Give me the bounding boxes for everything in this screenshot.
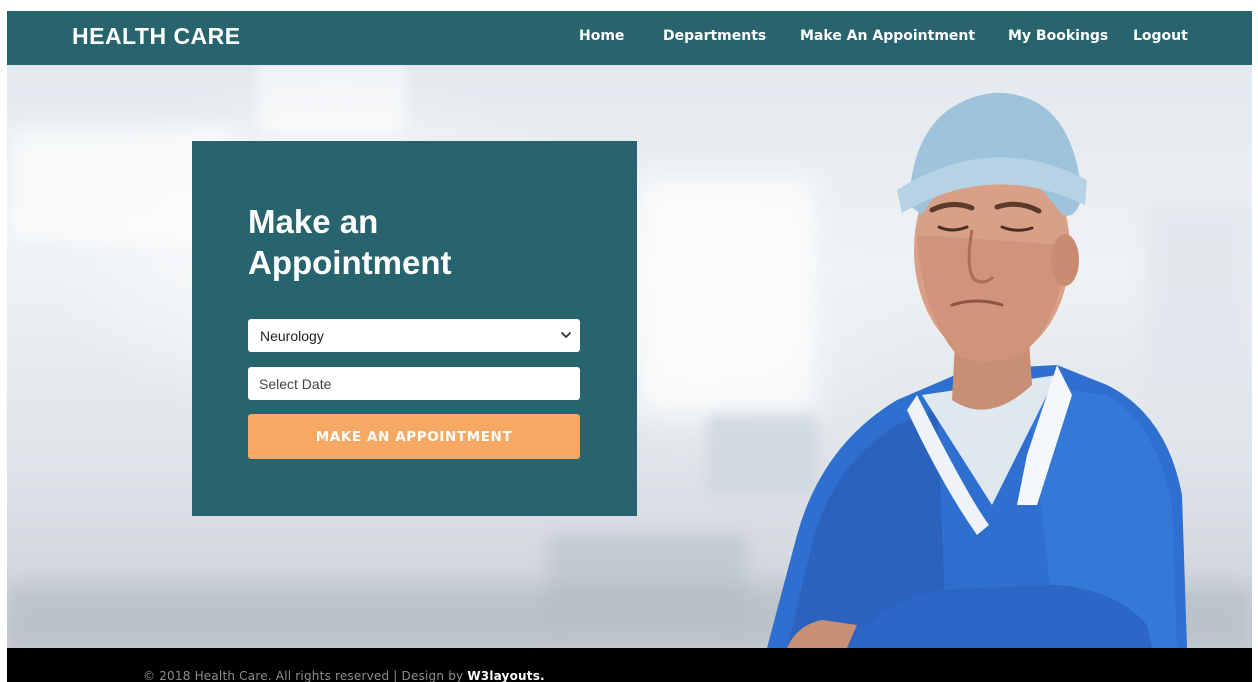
footer-credit-link[interactable]: W3layouts <box>467 669 540 682</box>
site-logo[interactable]: HEALTH CARE <box>72 23 241 50</box>
make-appointment-button[interactable]: MAKE AN APPOINTMENT <box>248 414 580 459</box>
appointment-title: Make an Appointment <box>248 203 452 281</box>
footer-copyright: © 2018 Health Care. All rights reserved … <box>143 669 545 682</box>
nav-make-appointment[interactable]: Make An Appointment <box>800 28 975 44</box>
department-select[interactable]: Neurology <box>248 319 580 352</box>
site-header: HEALTH CARE Home Departments Make An App… <box>7 11 1252 65</box>
department-select-value: Neurology <box>260 327 324 344</box>
date-input[interactable] <box>248 367 580 400</box>
footer-copyright-text: © 2018 Health Care. All rights reserved … <box>143 669 468 682</box>
doctor-image <box>767 92 1187 648</box>
nav-my-bookings[interactable]: My Bookings <box>1008 28 1108 44</box>
page: HEALTH CARE Home Departments Make An App… <box>0 0 1258 682</box>
background-lamp <box>257 65 407 135</box>
nav-home[interactable]: Home <box>579 28 624 44</box>
site-footer: © 2018 Health Care. All rights reserved … <box>7 648 1252 682</box>
chevron-down-icon <box>561 332 571 338</box>
footer-credit-suffix: . <box>540 669 545 682</box>
nav-departments[interactable]: Departments <box>663 28 766 44</box>
appointment-card: Make an Appointment Neurology MAKE AN AP… <box>192 141 637 516</box>
nav-logout[interactable]: Logout <box>1133 28 1188 44</box>
